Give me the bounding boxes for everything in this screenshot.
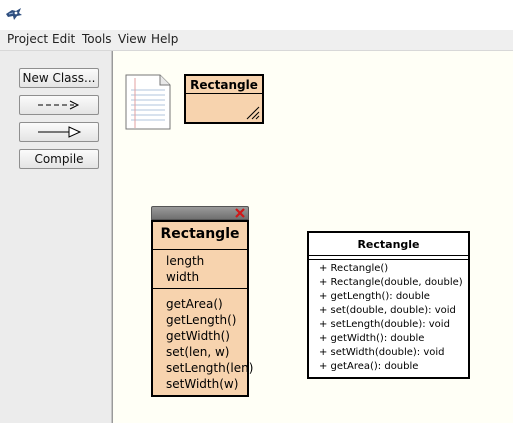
menu-view[interactable]: View bbox=[118, 32, 146, 46]
resize-grip-icon[interactable] bbox=[246, 106, 260, 120]
editor-fields-list: length width bbox=[166, 253, 204, 285]
inheritance-arrow-icon bbox=[38, 126, 82, 138]
menu-bar: Project Edit Tools View Help bbox=[0, 30, 513, 51]
uml-member: + setWidth(double): void bbox=[319, 347, 445, 358]
dependency-arrow-button[interactable] bbox=[19, 95, 99, 115]
readme-document-icon[interactable] bbox=[125, 74, 171, 130]
close-icon[interactable] bbox=[234, 207, 246, 219]
class-small-divider bbox=[186, 93, 262, 94]
method-item[interactable]: setWidth(w) bbox=[166, 376, 253, 392]
uml-members-list: + Rectangle() + Rectangle(double, double… bbox=[319, 262, 463, 374]
field-item[interactable]: width bbox=[166, 269, 204, 285]
editor-methods-list: getArea() getLength() getWidth() set(len… bbox=[166, 296, 253, 392]
compile-button[interactable]: Compile bbox=[19, 149, 99, 169]
method-item[interactable]: getArea() bbox=[166, 296, 253, 312]
uml-member: + set(double, double): void bbox=[319, 305, 456, 316]
tool-panel: New Class... Compile bbox=[0, 51, 112, 423]
method-item[interactable]: set(len, w) bbox=[166, 344, 253, 360]
uml-divider-top bbox=[309, 255, 468, 256]
editor-body: Rectangle length width getArea() getLeng… bbox=[151, 220, 253, 397]
menu-tools[interactable]: Tools bbox=[82, 32, 112, 46]
menu-help[interactable]: Help bbox=[151, 32, 178, 46]
uml-class-name: Rectangle bbox=[357, 238, 420, 251]
menu-project[interactable]: Project bbox=[7, 32, 48, 46]
dashed-arrow-icon bbox=[38, 100, 80, 110]
method-item[interactable]: getLength() bbox=[166, 312, 253, 328]
canvas-divider bbox=[112, 51, 113, 423]
method-item[interactable]: getWidth() bbox=[166, 328, 253, 344]
app-bird-icon bbox=[6, 8, 22, 20]
new-class-button[interactable]: New Class... bbox=[19, 68, 99, 88]
editor-divider-fields bbox=[153, 288, 247, 289]
uml-member: + Rectangle() bbox=[319, 263, 389, 274]
menu-edit[interactable]: Edit bbox=[52, 32, 75, 46]
class-rectangle-small[interactable]: Rectangle bbox=[184, 74, 264, 124]
method-item[interactable]: setLength(len) bbox=[166, 360, 253, 376]
inheritance-arrow-button[interactable] bbox=[19, 122, 99, 142]
editor-divider-name bbox=[153, 249, 247, 250]
editor-class-name[interactable]: Rectangle bbox=[153, 226, 247, 242]
editor-title-bar[interactable] bbox=[151, 206, 249, 220]
uml-member: + setLength(double): void bbox=[319, 319, 450, 330]
field-item[interactable]: length bbox=[166, 253, 204, 269]
class-editor-window[interactable]: Rectangle length width getArea() getLeng… bbox=[151, 206, 253, 397]
uml-divider-fields bbox=[309, 259, 468, 260]
uml-member: + getArea(): double bbox=[319, 361, 419, 372]
class-small-name: Rectangle bbox=[190, 78, 258, 92]
uml-member: + getLength(): double bbox=[319, 291, 430, 302]
title-bar bbox=[0, 0, 513, 30]
uml-member: + Rectangle(double, double) bbox=[319, 277, 463, 288]
uml-class-box[interactable]: Rectangle + Rectangle() + Rectangle(doub… bbox=[307, 231, 470, 379]
uml-member: + getWidth(): double bbox=[319, 333, 425, 344]
